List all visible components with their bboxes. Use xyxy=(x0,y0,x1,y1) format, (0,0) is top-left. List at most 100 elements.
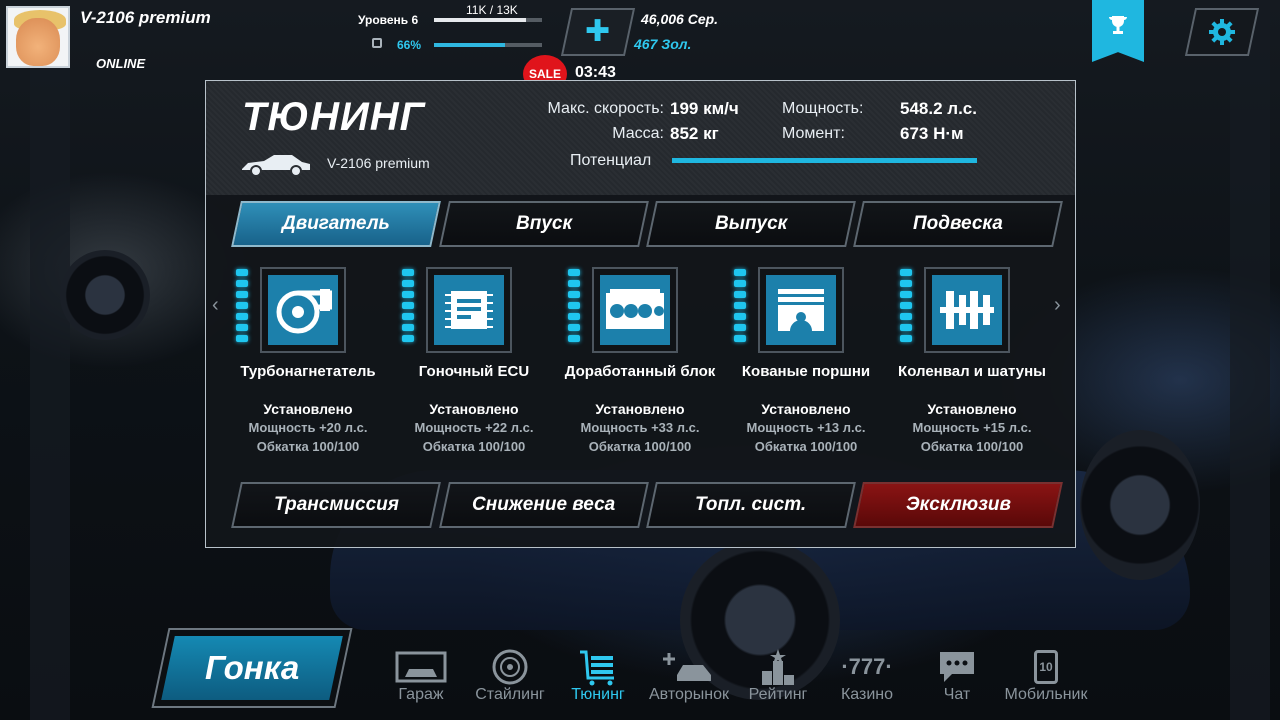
potential-label: Потенциал xyxy=(570,152,652,169)
tab-intake[interactable]: Впуск xyxy=(439,201,649,247)
car-name: V-2106 premium xyxy=(327,155,430,171)
power-label: Мощность: xyxy=(782,100,864,117)
part-status: Установлено xyxy=(263,401,353,417)
nav-rating[interactable]: Рейтинг xyxy=(728,648,828,704)
nav-label: Казино xyxy=(840,686,894,703)
gold-balance: 467 Зол. xyxy=(634,36,692,52)
fuel-progress-bar xyxy=(434,43,542,47)
turbo-icon xyxy=(276,289,332,334)
xp-progress-bar xyxy=(434,18,542,22)
nav-label: Чат xyxy=(943,686,971,703)
tab-transmission[interactable]: Трансмиссия xyxy=(231,482,441,528)
tab-weight-reduction[interactable]: Снижение веса xyxy=(439,482,649,528)
wheel-icon xyxy=(492,649,528,685)
part-breakin: Обкатка 100/100 xyxy=(754,439,858,454)
nav-label: Стайлинг xyxy=(475,686,545,703)
level-label: Уровень 6 xyxy=(358,13,419,27)
part-power: Мощность +22 л.с. xyxy=(414,420,534,435)
nav-label: Гараж xyxy=(398,686,444,703)
settings-button[interactable] xyxy=(1184,8,1260,56)
casino-icon: ·777· xyxy=(841,654,893,679)
online-status: ONLINE xyxy=(96,56,146,71)
part-name: Гоночный ECU xyxy=(418,363,530,380)
ecu-chip-icon xyxy=(445,291,493,329)
tab-fuel-system[interactable]: Топл. сист. xyxy=(646,482,856,528)
part-power: Мощность +13 л.с. xyxy=(746,420,866,435)
silver-balance: 46,006 Сер. xyxy=(641,11,719,27)
nav-label: Рейтинг xyxy=(748,686,808,703)
car-market-icon xyxy=(663,653,711,681)
player-name: V-2106 premium xyxy=(80,8,211,27)
part-breakin: Обкатка 100/100 xyxy=(256,439,360,454)
tuning-title: ТЮНИНГ xyxy=(242,95,426,139)
nav-car-market[interactable]: Авторынок xyxy=(639,648,739,704)
max-speed-value: 199 км/ч xyxy=(670,99,739,118)
mass-value: 852 кг xyxy=(670,124,719,143)
part-breakin: Обкатка 100/100 xyxy=(588,439,692,454)
tab-engine[interactable]: Двигатель xyxy=(231,201,441,247)
nav-mobile[interactable]: 10 Мобильник xyxy=(996,648,1096,704)
nav-label: Тюнинг xyxy=(571,686,625,703)
torque-value: 673 Н·м xyxy=(900,124,964,143)
engine-block-icon xyxy=(606,289,664,329)
tab-suspension[interactable]: Подвеска xyxy=(853,201,1063,247)
upgrade-level-indicator xyxy=(734,269,748,346)
tuning-cart-icon xyxy=(580,650,614,686)
phone-badge: 10 xyxy=(1039,660,1053,674)
chevron-left-icon[interactable]: ‹ xyxy=(212,294,219,317)
rating-icon xyxy=(762,649,794,685)
fuel-percent: 66% xyxy=(397,38,422,52)
upgrade-level-indicator xyxy=(568,269,582,346)
potential-bar xyxy=(672,158,977,163)
part-status: Установлено xyxy=(927,401,1017,417)
plus-icon: ✚ xyxy=(585,15,611,48)
part-status: Установлено xyxy=(429,401,519,417)
race-button[interactable]: Гонка xyxy=(151,628,353,708)
part-tile[interactable] xyxy=(758,267,844,353)
mass-label: Масса: xyxy=(612,125,664,142)
part-tile[interactable] xyxy=(924,267,1010,353)
nav-garage[interactable]: Гараж xyxy=(371,648,471,704)
car-icon xyxy=(242,155,310,177)
nav-tuning[interactable]: Тюнинг xyxy=(548,648,648,704)
garage-icon xyxy=(395,651,447,683)
nav-casino[interactable]: ·777· Казино xyxy=(817,648,917,704)
piston-icon xyxy=(778,289,824,331)
part-power: Мощность +20 л.с. xyxy=(248,420,368,435)
part-name: Доработанный блок xyxy=(564,363,716,380)
tab-exhaust[interactable]: Выпуск xyxy=(646,201,856,247)
part-name: Кованые поршни xyxy=(741,363,871,380)
part-breakin: Обкатка 100/100 xyxy=(920,439,1024,454)
upgrade-level-indicator xyxy=(900,269,914,346)
tuning-panel: ТЮНИНГ V-2106 premium Макс. скорость: 19… xyxy=(205,80,1076,548)
add-currency-button[interactable]: ✚ xyxy=(560,8,636,56)
part-tile[interactable] xyxy=(260,267,346,353)
gear-icon xyxy=(1209,19,1235,45)
player-avatar[interactable] xyxy=(6,6,70,68)
tab-exclusive[interactable]: Эксклюзив xyxy=(853,482,1063,528)
phone-icon: 10 xyxy=(1034,650,1058,684)
upgrade-level-indicator xyxy=(236,269,250,346)
chat-icon xyxy=(940,652,974,682)
trophy-icon xyxy=(1109,16,1127,34)
crankshaft-icon xyxy=(940,291,994,329)
part-power: Мощность +15 л.с. xyxy=(912,420,1032,435)
max-speed-label: Макс. скорость: xyxy=(547,100,664,117)
part-tile[interactable] xyxy=(426,267,512,353)
chevron-right-icon[interactable]: › xyxy=(1054,294,1061,317)
nav-label: Мобильник xyxy=(1004,686,1088,703)
part-power: Мощность +33 л.с. xyxy=(580,420,700,435)
fuel-icon xyxy=(372,38,382,48)
upgrade-level-indicator xyxy=(402,269,416,346)
tuning-header: ТЮНИНГ V-2106 premium Макс. скорость: 19… xyxy=(206,81,1075,195)
race-label: Гонка xyxy=(204,649,300,686)
power-value: 548.2 л.с. xyxy=(900,99,977,118)
nav-chat[interactable]: Чат xyxy=(907,648,1007,704)
torque-label: Момент: xyxy=(782,125,845,142)
part-status: Установлено xyxy=(595,401,685,417)
part-tile[interactable] xyxy=(592,267,678,353)
part-breakin: Обкатка 100/100 xyxy=(422,439,526,454)
xp-text: 11K / 13K xyxy=(466,3,518,17)
part-name: Турбонагнетатель xyxy=(240,363,376,380)
nav-styling[interactable]: Стайлинг xyxy=(460,648,560,704)
